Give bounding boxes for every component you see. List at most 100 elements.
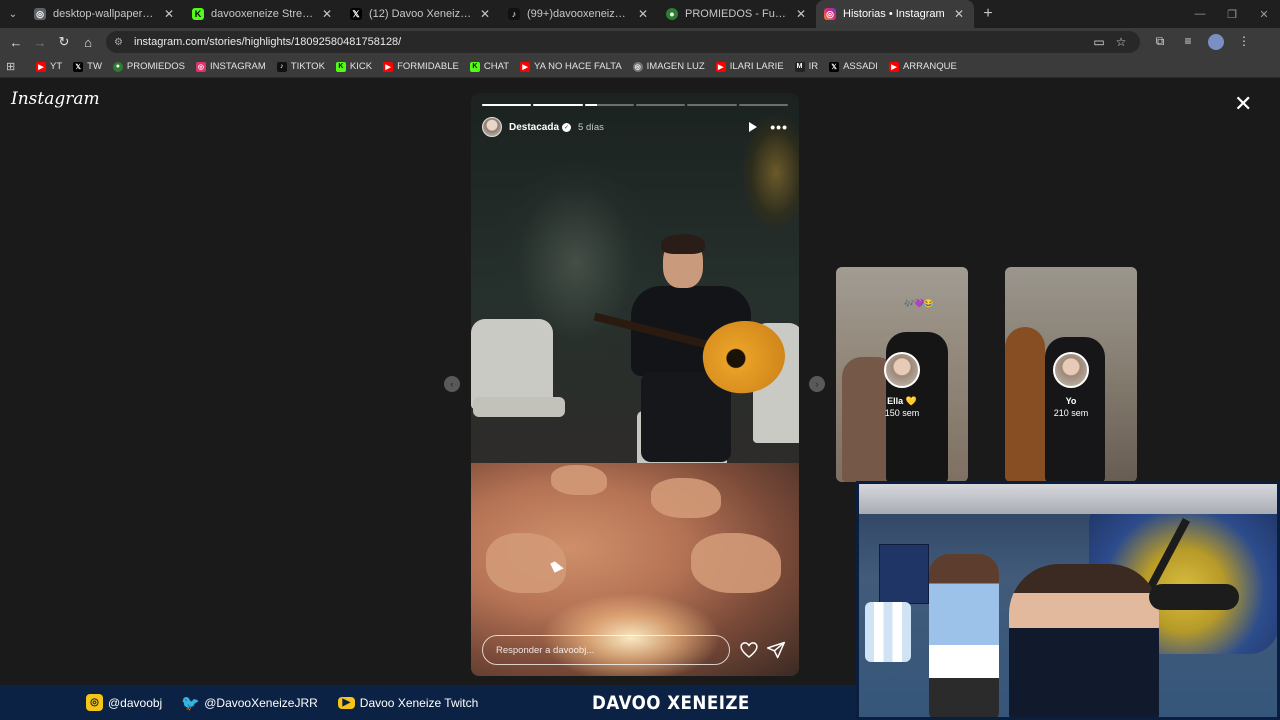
kick-icon: K xyxy=(335,61,346,72)
bookmark-imagen-luz[interactable]: ◎ IMAGEN LUZ xyxy=(632,61,705,72)
close-icon[interactable]: ✕ xyxy=(952,7,966,21)
tab-2[interactable]: 𝕏 (12) Davoo Xeneize en X: "La c ✕ xyxy=(342,0,500,28)
preview-name: Ella 💛 xyxy=(887,396,917,406)
profile-avatar[interactable] xyxy=(1208,34,1224,50)
highlight-preview[interactable]: 🎶💜😂 Ella 💛 150 sem xyxy=(836,267,968,482)
media-controls-icon[interactable]: ≡ xyxy=(1174,34,1202,50)
reply-input[interactable]: Responder a davoobj... xyxy=(482,635,730,665)
bookmark-arranque[interactable]: ▶ ARRANQUE xyxy=(888,61,957,72)
close-icon[interactable]: ✕ xyxy=(636,7,650,21)
x-icon: 𝕏 xyxy=(829,61,840,72)
minimize-icon[interactable]: — xyxy=(1184,0,1216,28)
heart-icon[interactable] xyxy=(739,640,759,660)
extensions-icon[interactable]: ⧉ xyxy=(1146,34,1174,50)
bookmark-label: ILARI LARIE xyxy=(729,61,784,72)
tab-title: (12) Davoo Xeneize en X: "La c xyxy=(369,8,472,20)
tab-title: PROMIEDOS - Futbol Argentino xyxy=(685,8,788,20)
play-icon[interactable] xyxy=(746,120,760,134)
tab-1[interactable]: K davooxeneize Stream - Watch Live on Ki… xyxy=(184,0,342,28)
close-icon[interactable]: ✕ xyxy=(162,7,176,21)
bookmark-promiedos[interactable]: ● PROMIEDOS xyxy=(112,61,185,72)
bookmark-label: IR xyxy=(808,61,819,72)
close-window-icon[interactable]: ✕ xyxy=(1248,0,1280,28)
webcam-streamer xyxy=(1009,564,1159,717)
bookmark-yt[interactable]: ▶ YT xyxy=(36,61,62,72)
home-icon[interactable]: ⌂ xyxy=(76,30,100,54)
site-info-icon[interactable]: ⚙ xyxy=(114,37,128,48)
bookmark-ilari-larie[interactable]: ▶ ILARI LARIE xyxy=(715,61,784,72)
preview-avatar xyxy=(884,352,920,388)
progress-segment xyxy=(635,104,686,106)
bookmarks-bar: ⊞ ▶ YT 𝕏 TW ● PROMIEDOS ◎ INSTAGRAM ♪ TIKTOK … xyxy=(0,56,1280,78)
preview-time: 150 sem xyxy=(884,408,920,418)
highlight-preview[interactable]: Yo 210 sem xyxy=(1005,267,1137,482)
tab-4[interactable]: ● PROMIEDOS - Futbol Argentino ✕ xyxy=(658,0,816,28)
story-viewer[interactable]: Destacada ✓ 5 días ••• Responder a davoo… xyxy=(471,93,799,676)
menu-icon[interactable]: ⋮ xyxy=(1230,34,1258,50)
forward-icon[interactable]: → xyxy=(28,30,52,54)
instagram-icon: ◎ xyxy=(86,694,103,711)
url-text[interactable]: instagram.com/stories/highlights/1809258… xyxy=(134,36,1088,48)
x-icon: 𝕏 xyxy=(73,61,84,72)
tab-strip: ⌄ ◎ desktop-wallpaper-light-yellow ✕ K d… xyxy=(0,0,1280,28)
kick-icon: K xyxy=(192,8,204,20)
close-icon[interactable]: ✕ xyxy=(794,7,808,21)
tab-search-button[interactable]: ⌄ xyxy=(0,0,26,28)
instagram-icon: ◎ xyxy=(824,8,836,20)
globe-icon: ◎ xyxy=(34,8,46,20)
more-options-icon[interactable]: ••• xyxy=(770,119,788,135)
story-header: Destacada ✓ 5 días ••• xyxy=(482,116,788,138)
globe-icon: ◎ xyxy=(632,61,643,72)
new-tab-button[interactable]: + xyxy=(974,5,1002,23)
webcam-poster xyxy=(879,544,929,604)
bookmark-label: YA NO HACE FALTA xyxy=(534,61,622,72)
bookmark-ya-no-hace-falta[interactable]: ▶ YA NO HACE FALTA xyxy=(520,61,622,72)
instagram-logo[interactable]: Instagram xyxy=(11,89,100,109)
close-icon[interactable]: ✕ xyxy=(320,7,334,21)
apps-grid-icon[interactable]: ⊞ xyxy=(6,60,24,73)
story-progress-bar xyxy=(482,104,788,106)
restore-icon[interactable]: ❐ xyxy=(1216,0,1248,28)
progress-segment xyxy=(482,104,532,106)
tab-3[interactable]: ♪ (99+)davooxeneize (@davooxen ✕ xyxy=(500,0,658,28)
social-label: Davoo Xeneize Twitch xyxy=(359,695,479,710)
bookmark-star-icon[interactable]: ☆ xyxy=(1110,35,1132,49)
bookmark-kick[interactable]: K KICK xyxy=(335,61,373,72)
bookmark-label: TW xyxy=(87,61,102,72)
tab-5-active[interactable]: ◎ Historias • Instagram ✕ xyxy=(816,0,974,28)
bookmark-label: FORMIDABLE xyxy=(397,61,459,72)
close-stories-button[interactable]: ✕ xyxy=(1234,93,1252,115)
send-icon[interactable] xyxy=(766,640,786,660)
promiedos-icon: ● xyxy=(112,61,123,72)
back-icon[interactable]: ← xyxy=(4,30,28,54)
tab-0[interactable]: ◎ desktop-wallpaper-light-yellow ✕ xyxy=(26,0,184,28)
story-username[interactable]: Destacada xyxy=(509,122,559,133)
bookmark-tiktok[interactable]: ♪ TIKTOK xyxy=(276,61,325,72)
preview-name: Yo xyxy=(1065,396,1077,406)
close-icon[interactable]: ✕ xyxy=(478,7,492,21)
address-bar[interactable]: ⚙ instagram.com/stories/highlights/18092… xyxy=(106,31,1140,53)
streamer-brand: DAVOO XENEIZE xyxy=(592,691,750,714)
progress-segment xyxy=(584,104,634,106)
verified-badge-icon: ✓ xyxy=(562,122,572,132)
tiktok-icon: ♪ xyxy=(508,8,520,20)
x-icon: 𝕏 xyxy=(350,8,362,20)
bookmark-instagram[interactable]: ◎ INSTAGRAM xyxy=(195,61,266,72)
bookmark-assadi[interactable]: 𝕏 ASSADI xyxy=(829,61,878,72)
navigation-bar: ← → ↻ ⌂ ⚙ instagram.com/stories/highligh… xyxy=(0,28,1280,56)
mk-icon: M xyxy=(794,61,805,72)
story-avatar[interactable] xyxy=(482,117,502,137)
bookmark-formidable[interactable]: ▶ FORMIDABLE xyxy=(383,61,459,72)
social-label: @DavooXeneizeJRR xyxy=(204,695,318,710)
bookmark-label: KICK xyxy=(349,61,373,72)
cast-icon[interactable]: ▭ xyxy=(1088,35,1110,49)
preview-emojis: 🎶💜😂 xyxy=(904,299,934,308)
bookmark-ir[interactable]: M IR xyxy=(794,61,819,72)
bookmark-chat[interactable]: K CHAT xyxy=(469,61,509,72)
promiedos-icon: ● xyxy=(666,8,678,20)
youtube-icon: ▶ xyxy=(36,61,46,72)
reload-icon[interactable]: ↻ xyxy=(52,30,76,54)
previous-story-button[interactable]: ‹ xyxy=(444,376,460,392)
next-story-button[interactable]: › xyxy=(809,376,825,392)
bookmark-tw[interactable]: 𝕏 TW xyxy=(73,61,102,72)
